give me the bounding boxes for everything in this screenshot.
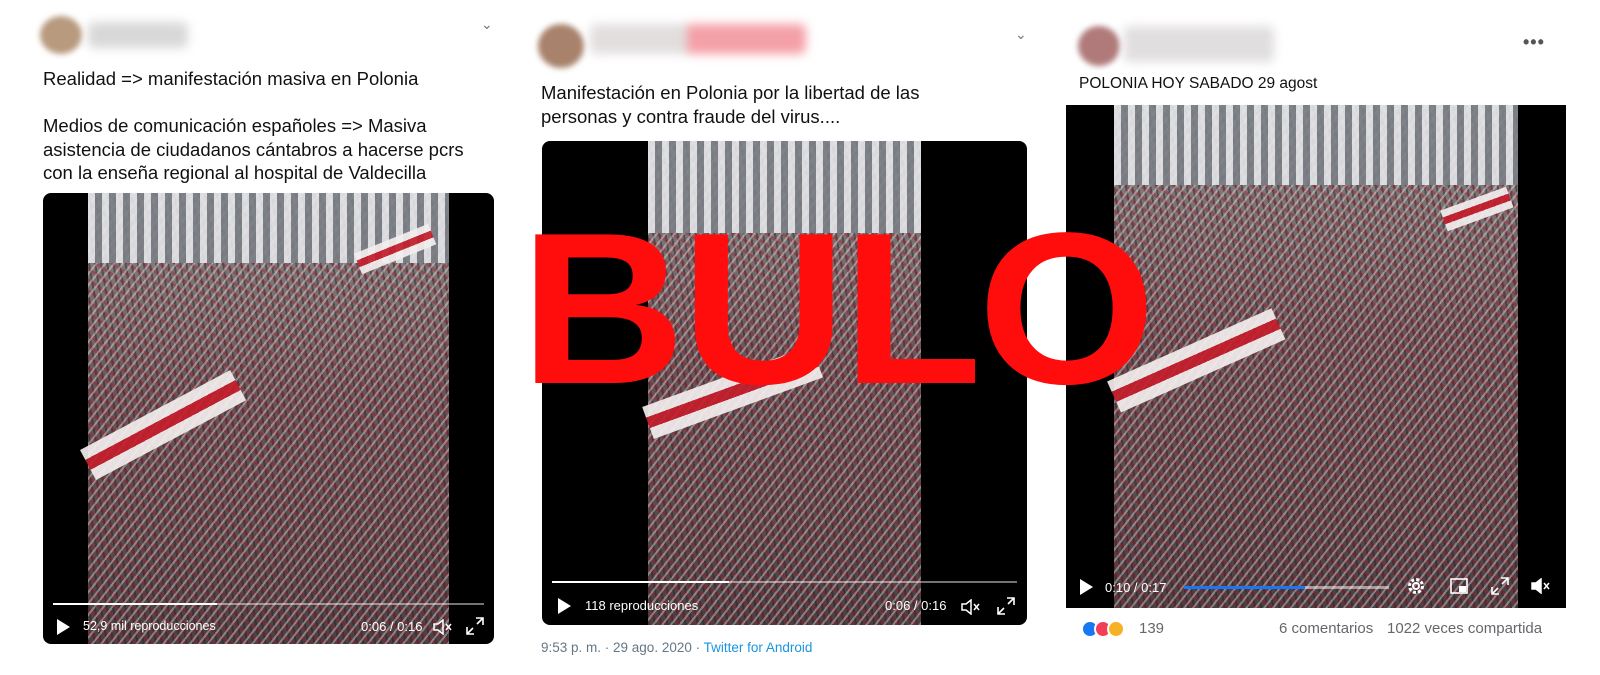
tweet-panel-1: ⌄ Realidad => manifestación masiva en Po…: [0, 0, 520, 675]
author-name-blurred[interactable]: [590, 24, 806, 54]
video-time: 0:06 / 0:16: [361, 619, 423, 634]
video-progress-bar[interactable]: [1184, 586, 1389, 589]
comment-count[interactable]: 6 comentarios: [1279, 620, 1373, 637]
fullscreen-icon[interactable]: [1491, 577, 1509, 595]
chevron-down-icon[interactable]: ⌄: [1015, 26, 1027, 43]
volume-icon[interactable]: [433, 619, 453, 635]
author-name-blurred[interactable]: [1124, 26, 1274, 62]
tweet-source-link[interactable]: Twitter for Android: [704, 640, 813, 655]
chevron-down-icon[interactable]: ⌄: [481, 16, 493, 33]
reaction-summary[interactable]: [1081, 620, 1125, 638]
pip-icon[interactable]: [1450, 578, 1468, 594]
author-avatar[interactable]: [1078, 26, 1120, 66]
fullscreen-icon[interactable]: [466, 617, 484, 635]
video-progress-bar[interactable]: [53, 603, 484, 605]
video-player[interactable]: 52,9 mil reproducciones 0:06 / 0:16: [43, 193, 494, 644]
play-icon[interactable]: [57, 619, 70, 635]
post-text: POLONIA HOY SABADO 29 agost: [1079, 75, 1318, 92]
more-options-icon[interactable]: •••: [1523, 32, 1545, 53]
fullscreen-icon[interactable]: [997, 597, 1015, 615]
video-time: 0:10 / 0:17: [1105, 580, 1167, 595]
wow-reaction-icon: [1107, 620, 1125, 638]
post-text: Manifestación en Polonia por la libertad…: [541, 82, 920, 127]
post-text: Realidad => manifestación masiva en Polo…: [43, 68, 464, 183]
volume-icon[interactable]: [961, 599, 981, 615]
view-count: 118 reproducciones: [585, 598, 699, 613]
video-frame: [80, 193, 449, 644]
volume-icon[interactable]: [1531, 578, 1551, 594]
hoax-stamp: BULO: [520, 187, 1156, 429]
video-progress-bar[interactable]: [552, 581, 1017, 583]
reaction-count[interactable]: 139: [1139, 620, 1164, 637]
play-icon[interactable]: [558, 598, 571, 614]
view-count: 52,9 mil reproducciones: [83, 619, 216, 633]
settings-icon[interactable]: [1406, 576, 1426, 596]
video-time: 0:06 / 0:16: [885, 598, 947, 613]
tweet-timestamp: 9:53 p. m. · 29 ago. 2020 ·: [541, 640, 704, 655]
share-count[interactable]: 1022 veces compartida: [1387, 620, 1542, 637]
play-icon[interactable]: [1080, 579, 1093, 595]
author-avatar[interactable]: [40, 16, 82, 54]
author-name-blurred[interactable]: [88, 22, 188, 48]
video-frame: [1107, 105, 1518, 608]
author-avatar[interactable]: [538, 24, 584, 68]
tweet-metadata: 9:53 p. m. · 29 ago. 2020 · Twitter for …: [541, 640, 812, 655]
